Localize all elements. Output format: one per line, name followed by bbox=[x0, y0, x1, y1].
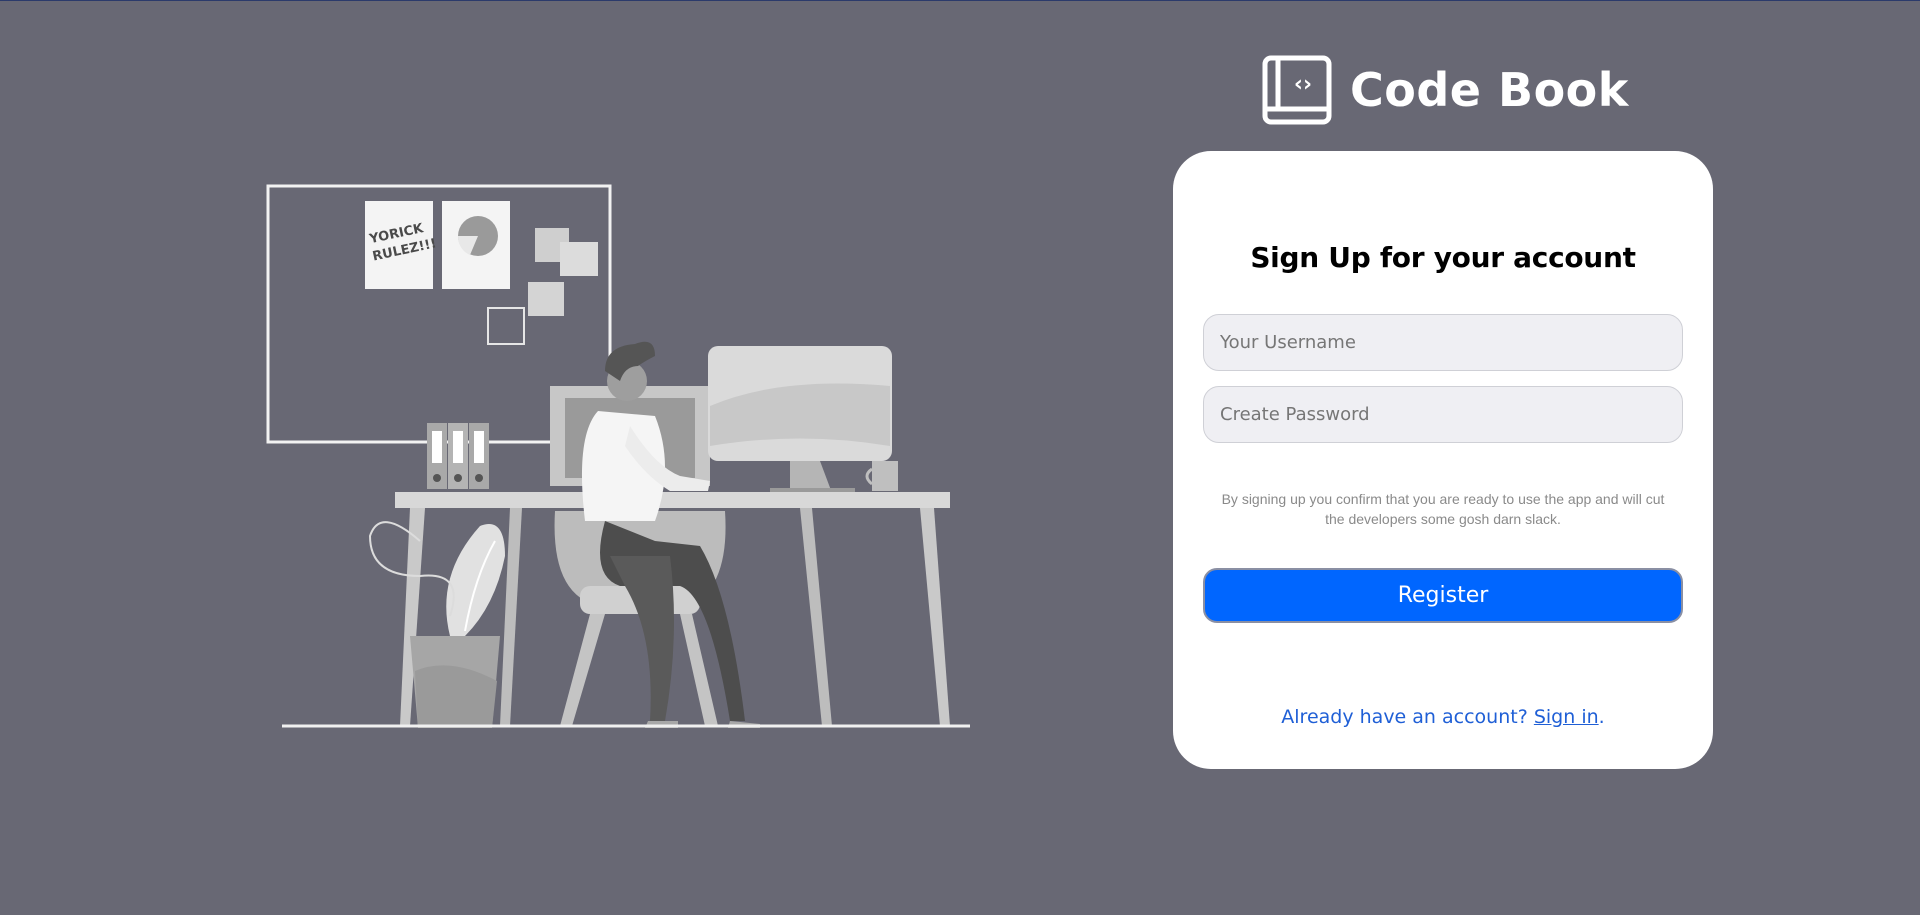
code-book-icon: ‹› bbox=[1262, 55, 1332, 125]
signin-prompt: Already have an account? bbox=[1281, 706, 1534, 728]
brand-name: Code Book bbox=[1350, 63, 1629, 117]
sticky-note bbox=[560, 242, 598, 276]
username-input[interactable] bbox=[1203, 314, 1683, 371]
brand-header: ‹› Code Book bbox=[1262, 54, 1629, 126]
workspace-illustration: YORICK RULEZ!!! bbox=[266, 184, 970, 728]
binder-label bbox=[474, 431, 484, 463]
mug bbox=[872, 461, 898, 491]
binder-ring bbox=[454, 474, 462, 482]
binder-ring bbox=[433, 474, 441, 482]
register-button[interactable]: Register bbox=[1203, 568, 1683, 623]
signup-notice: By signing up you confirm that you are r… bbox=[1221, 491, 1665, 527]
password-input[interactable] bbox=[1203, 386, 1683, 443]
signin-link[interactable]: Sign in bbox=[1534, 706, 1599, 728]
mug-handle bbox=[865, 467, 873, 486]
plant-leaf bbox=[446, 524, 505, 636]
binder-ring bbox=[475, 474, 483, 482]
signin-suffix: . bbox=[1598, 706, 1605, 728]
desk-top bbox=[395, 492, 950, 508]
code-brackets-glyph: ‹› bbox=[1294, 72, 1312, 97]
signup-card: Sign Up for your account By signing up y… bbox=[1173, 151, 1713, 769]
desk-leg bbox=[920, 508, 950, 726]
sticky-frame bbox=[487, 307, 525, 345]
chair-leg bbox=[560, 614, 605, 726]
desk-leg bbox=[800, 508, 832, 726]
signin-prompt-line: Already have an account? Sign in. bbox=[1173, 706, 1713, 728]
binder-label bbox=[453, 431, 463, 463]
signup-title: Sign Up for your account bbox=[1250, 241, 1636, 274]
sticky-note bbox=[528, 282, 564, 316]
binder-label bbox=[432, 431, 442, 463]
